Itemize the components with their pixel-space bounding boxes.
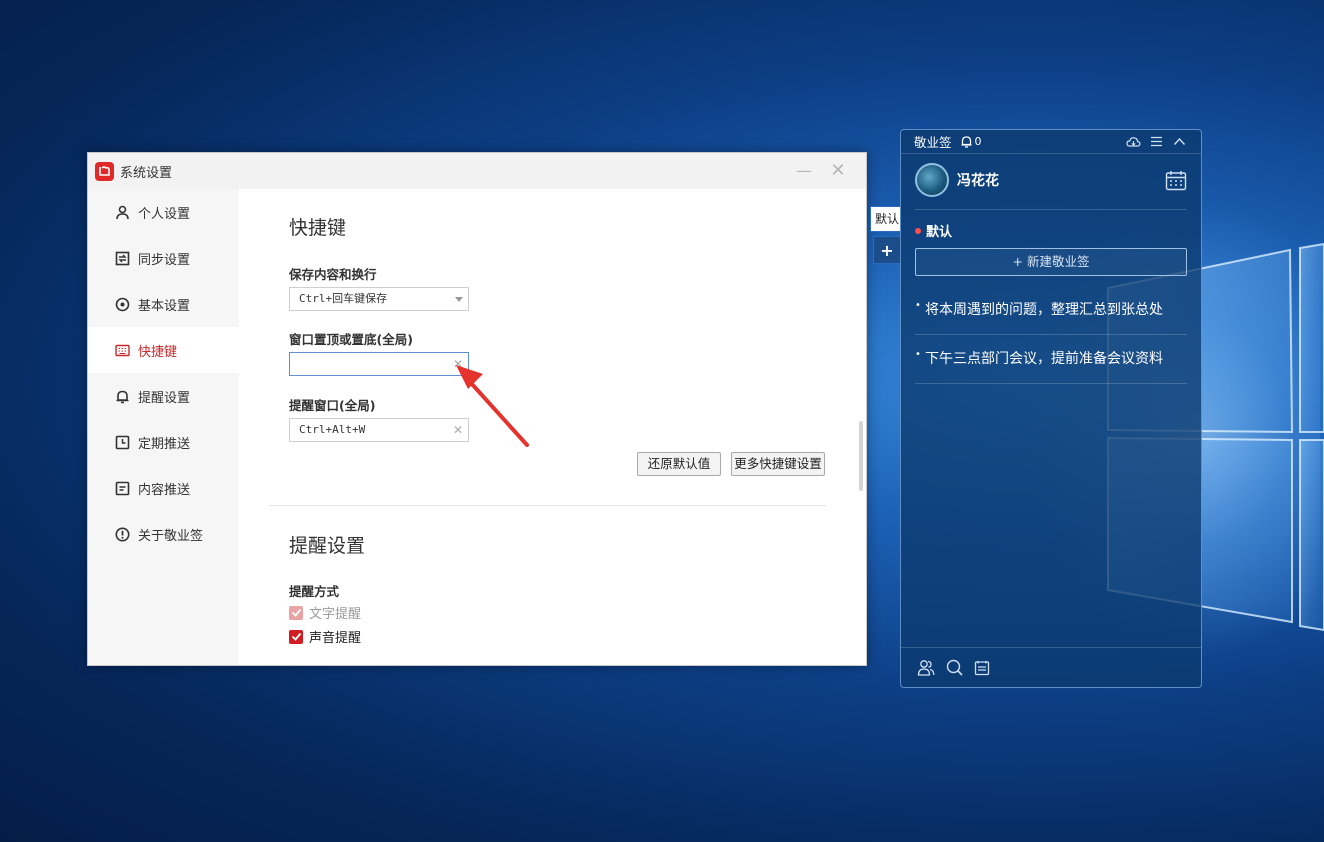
clock-icon [114, 434, 130, 450]
note-text: 将本周遇到的问题，整理汇总到张总处 [925, 302, 1163, 318]
sidebar-item-label: 基本设置 [138, 298, 191, 314]
note-group-default[interactable]: 默认 [915, 221, 952, 240]
note-text: 下午三点部门会议，提前准备会议资料 [925, 351, 1163, 367]
tab-default[interactable]: 默认 [870, 206, 901, 232]
sidebar-item-basic[interactable]: 基本设置 [88, 281, 239, 327]
sidebar-item-reminder[interactable]: 提醒设置 [88, 373, 239, 419]
note-panel-bottom-bar [901, 647, 1201, 687]
save-shortcut-label: 保存内容和换行 [289, 267, 377, 282]
settings-sidebar: 个人设置 同步设置 基本设置 快捷键 提醒设置 定期推送 内容推送 关于敬业签 [88, 189, 239, 665]
gear-icon [114, 296, 130, 312]
shortcuts-section-title: 快捷键 [289, 217, 347, 239]
remind-window-value: Ctrl+Alt+W [299, 423, 366, 436]
save-shortcut-value: Ctrl+回车键保存 [299, 292, 388, 305]
sidebar-item-label: 快捷键 [138, 344, 178, 360]
restore-defaults-button[interactable]: 还原默认值 [637, 452, 721, 476]
section-divider [269, 505, 826, 506]
sound-reminder-option[interactable]: 声音提醒 [289, 627, 361, 646]
bullet-icon: • [915, 300, 921, 311]
calendar-icon[interactable] [1165, 170, 1187, 195]
clear-icon[interactable]: ✕ [453, 419, 463, 441]
window-title: 系统设置 [120, 165, 173, 181]
sidebar-item-about[interactable]: 关于敬业签 [88, 511, 239, 557]
minimize-button[interactable]: — [794, 161, 814, 181]
sidebar-item-label: 提醒设置 [138, 390, 191, 406]
settings-window: 系统设置 — ✕ 个人设置 同步设置 基本设置 快捷键 提醒设置 定期推送 内容… [87, 152, 867, 666]
note-panel-topbar: 敬业签 0 [901, 130, 1201, 154]
chevron-down-icon [455, 297, 463, 302]
user-info[interactable]: 冯花花 [915, 163, 999, 197]
reminder-section-title: 提醒设置 [289, 535, 366, 557]
keyboard-icon [114, 342, 130, 358]
menu-icon[interactable] [1149, 134, 1164, 149]
note-item[interactable]: • 下午三点部门会议，提前准备会议资料 [915, 348, 1189, 368]
note-panel-top-icons [1126, 134, 1187, 149]
save-shortcut-select[interactable]: Ctrl+回车键保存 [289, 287, 469, 311]
sidebar-item-shortcuts[interactable]: 快捷键 [88, 327, 239, 373]
remind-window-label: 提醒窗口(全局) [289, 398, 376, 413]
remind-window-shortcut-input[interactable]: Ctrl+Alt+W ✕ [289, 418, 469, 442]
divider [915, 334, 1187, 335]
avatar[interactable] [915, 163, 949, 197]
sidebar-item-label: 关于敬业签 [138, 528, 204, 544]
checkbox-checked-disabled[interactable] [289, 605, 303, 620]
sticky-note-panel: 敬业签 0 冯花花 默认 + 新建敬业签 • 将本周遇到的问题，整理汇总到张总处… [900, 129, 1202, 688]
sidebar-item-label: 定期推送 [138, 436, 191, 452]
content-scrollbar[interactable] [859, 421, 863, 491]
settings-content: 快捷键 保存内容和换行 Ctrl+回车键保存 窗口置顶或置底(全局) ✕ 提醒窗… [239, 189, 866, 665]
sidebar-item-personal[interactable]: 个人设置 [88, 189, 239, 235]
pin-window-label: 窗口置顶或置底(全局) [289, 332, 413, 347]
note-app-name: 敬业签 [914, 135, 952, 150]
divider [915, 209, 1187, 210]
clear-icon[interactable]: ✕ [453, 353, 463, 375]
sound-reminder-label: 声音提醒 [309, 631, 362, 646]
group-name: 默认 [926, 225, 953, 240]
text-reminder-option[interactable]: 文字提醒 [289, 603, 361, 622]
add-tab-button[interactable]: + [873, 236, 901, 264]
notes-list-icon[interactable] [973, 659, 991, 677]
app-logo-icon [95, 161, 114, 181]
note-item[interactable]: • 将本周遇到的问题，整理汇总到张总处 [915, 299, 1189, 319]
sidebar-item-label: 个人设置 [138, 206, 191, 222]
checkbox-checked[interactable] [289, 629, 303, 644]
document-icon [114, 480, 130, 496]
pin-window-shortcut-input[interactable]: ✕ [289, 352, 469, 376]
username: 冯花花 [957, 173, 999, 189]
cloud-sync-icon[interactable] [1126, 134, 1141, 149]
sidebar-item-label: 同步设置 [138, 252, 191, 268]
bullet-icon: • [915, 349, 921, 360]
reminder-method-label: 提醒方式 [289, 584, 340, 599]
text-reminder-label: 文字提醒 [309, 607, 362, 622]
notification-bell-icon[interactable] [960, 135, 973, 148]
sidebar-item-content-push[interactable]: 内容推送 [88, 465, 239, 511]
group-dot-icon [915, 227, 921, 234]
divider [915, 383, 1187, 384]
new-note-button[interactable]: + 新建敬业签 [915, 248, 1187, 276]
sync-icon [114, 250, 130, 266]
contacts-icon[interactable] [917, 659, 935, 677]
search-icon[interactable] [945, 659, 963, 677]
sidebar-item-scheduled-push[interactable]: 定期推送 [88, 419, 239, 465]
collapse-icon[interactable] [1172, 134, 1187, 149]
window-titlebar: 系统设置 — ✕ [88, 153, 866, 189]
notification-count: 0 [974, 135, 982, 148]
more-shortcuts-button[interactable]: 更多快捷键设置 [731, 452, 825, 476]
close-button[interactable]: ✕ [828, 161, 848, 181]
info-icon [114, 526, 130, 542]
sidebar-item-sync[interactable]: 同步设置 [88, 235, 239, 281]
sidebar-item-label: 内容推送 [138, 482, 191, 498]
user-icon [114, 204, 130, 220]
bell-icon [114, 388, 130, 404]
